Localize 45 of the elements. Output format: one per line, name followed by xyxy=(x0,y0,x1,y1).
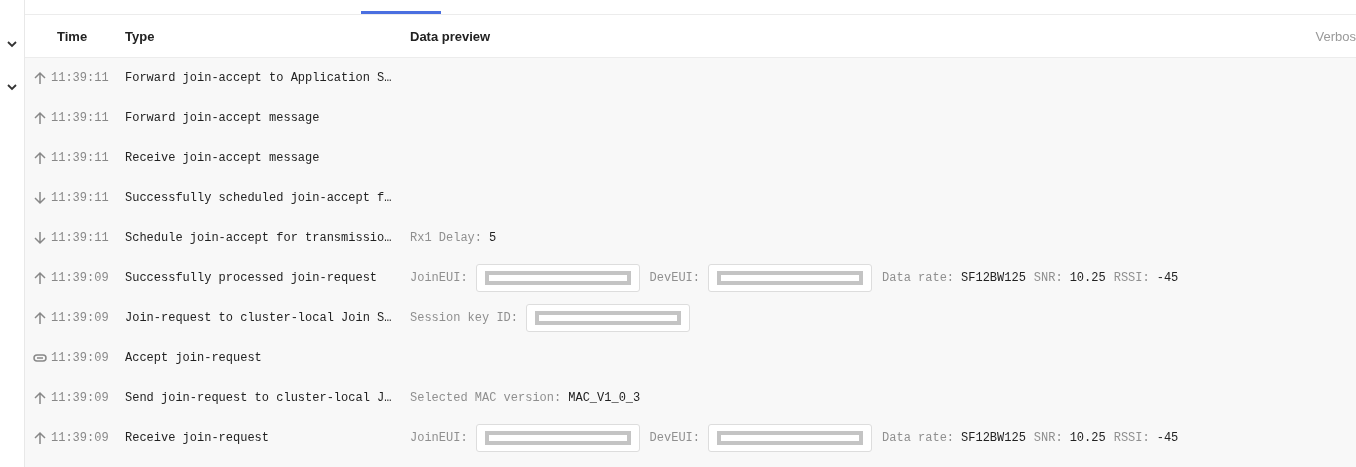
time-cell: 11:39:09 xyxy=(51,351,109,365)
field-value: 10.25 xyxy=(1069,271,1106,285)
type-cell-text: Join-request to cluster-local Join S… xyxy=(125,311,393,325)
time-cell: 11:39:09 xyxy=(51,391,109,405)
time-cell: 11:39:09 xyxy=(51,271,109,285)
type-cell-text: Forward join-accept to Application S… xyxy=(125,71,393,85)
field-label: SNR: xyxy=(1033,431,1063,445)
field-label: Session key ID: xyxy=(410,311,519,325)
column-header: Time xyxy=(56,28,89,44)
field-value: 10.25 xyxy=(1069,431,1106,445)
type-cell-text: Schedule join-accept for transmissio… xyxy=(125,231,393,245)
type-cell-text: Accept join-request xyxy=(125,351,263,365)
field-label: JoinEUI: xyxy=(410,431,468,445)
time-cell: 11:39:11 xyxy=(51,111,109,125)
time-cell: 11:39:11 xyxy=(51,71,109,85)
type-cell-text: Send join-request to cluster-local J… xyxy=(125,391,393,405)
type-cell-text: Receive join-accept message xyxy=(125,151,321,165)
time-cell: 11:39:11 xyxy=(51,191,109,205)
field-label: JoinEUI: xyxy=(410,271,468,285)
field-label: SNR: xyxy=(1033,271,1063,285)
field-label: Data rate: xyxy=(882,271,955,285)
column-header: Data preview xyxy=(410,28,492,44)
field-value: MAC_V1_0_3 xyxy=(568,391,641,405)
field-label: DevEUI: xyxy=(649,431,701,445)
type-cell-text: Receive join-request xyxy=(125,431,271,445)
time-cell: 11:39:11 xyxy=(51,231,109,245)
time-cell: 11:39:09 xyxy=(51,311,109,325)
field-value: -45 xyxy=(1156,431,1179,445)
type-cell-text: Successfully scheduled join-accept f… xyxy=(125,191,393,205)
time-cell: 11:39:11 xyxy=(51,151,109,165)
field-label: DevEUI: xyxy=(649,271,701,285)
time-cell: 11:39:09 xyxy=(51,431,109,445)
type-cell-text: Forward join-accept message xyxy=(125,111,321,125)
type-cell-text: Successfully processed join-request xyxy=(125,271,379,285)
column-header: Type xyxy=(125,28,156,44)
field-label: Selected MAC version: xyxy=(410,391,562,405)
field-label: RSSI: xyxy=(1113,431,1150,445)
field-label: RSSI: xyxy=(1113,271,1150,285)
field-value: SF12BW125 xyxy=(961,431,1026,445)
column-header: Verbos xyxy=(1315,28,1356,44)
field-value: 5 xyxy=(489,231,497,245)
field-value: -45 xyxy=(1156,271,1179,285)
field-value: SF12BW125 xyxy=(961,271,1026,285)
field-label: Rx1 Delay: xyxy=(410,231,482,245)
field-label: Data rate: xyxy=(882,431,955,445)
